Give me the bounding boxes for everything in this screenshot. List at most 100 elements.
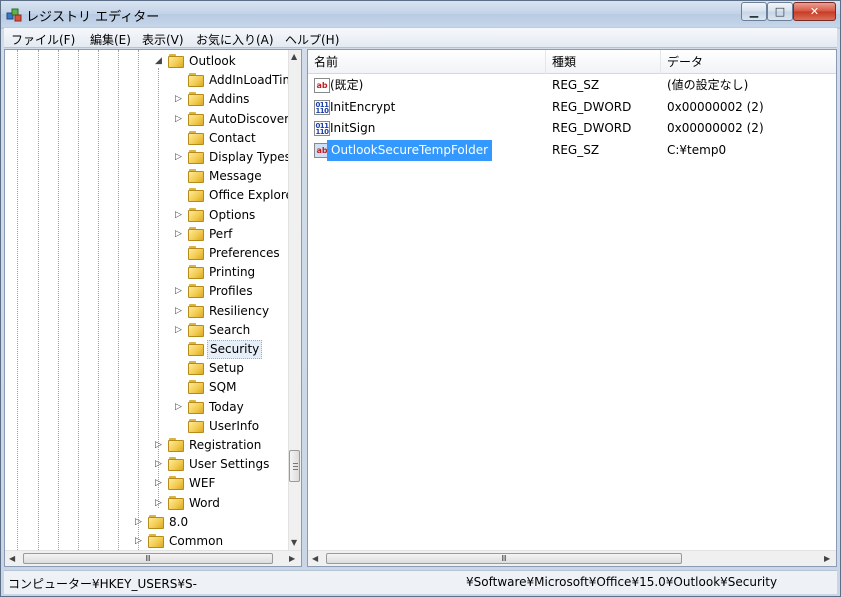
tree-node-label: Preferences [209, 246, 280, 260]
folder-icon [188, 150, 204, 164]
folder-icon [188, 361, 204, 376]
column-header-name[interactable]: 名前 [308, 50, 546, 74]
expand-arrow-icon[interactable]: ▷ [175, 113, 184, 126]
expand-arrow-icon[interactable]: ▷ [135, 516, 144, 529]
tree-node-label: Setup [209, 361, 244, 376]
folder-icon [188, 92, 204, 107]
folder-icon [188, 284, 204, 299]
folder-icon [188, 169, 204, 184]
tree-guide [17, 50, 18, 550]
folder-icon [188, 226, 204, 241]
value-type: REG_DWORD [552, 121, 632, 135]
dword-value-icon: 011 110 [314, 121, 330, 136]
minimize-button[interactable]: ▁ [741, 2, 767, 21]
tree-node-label: Word [189, 495, 220, 510]
tree-horizontal-scroll-thumb[interactable]: Ⅲ [23, 553, 273, 564]
value-row[interactable]: ab (既定) REG_SZ (値の設定なし) [308, 75, 836, 96]
tree-node-label: UserInfo [209, 418, 260, 433]
window-title: レジストリ エディター [26, 10, 160, 25]
scroll-right-arrow-icon[interactable]: ▶ [289, 554, 295, 563]
tree-node-label: Search [209, 322, 251, 337]
value-name: (既定) [330, 78, 364, 92]
folder-icon [188, 303, 204, 318]
tree-guide [78, 50, 79, 550]
status-path-end: ¥Software¥Microsoft¥Office¥15.0¥Outlook¥… [466, 575, 778, 589]
expand-arrow-icon[interactable]: ▷ [175, 401, 184, 414]
scroll-left-arrow-icon[interactable]: ◀ [312, 554, 318, 563]
expand-arrow-icon[interactable]: ▷ [175, 324, 184, 337]
menu-help[interactable]: ヘルプ(H) [285, 31, 339, 48]
expand-arrow-icon[interactable]: ▷ [175, 285, 184, 298]
tree-node-label: AutoDiscover [209, 111, 288, 126]
value-data: 0x00000002 (2) [667, 99, 764, 114]
folder-icon [188, 342, 204, 356]
close-button[interactable]: ✕ [793, 2, 836, 21]
scroll-down-arrow-icon[interactable]: ▼ [291, 538, 297, 547]
tree-node-label: AddInLoadTim [209, 73, 288, 88]
title-bar[interactable]: レジストリ エディター ▁ □ ✕ [1, 1, 840, 27]
list-horizontal-scroll-thumb[interactable]: Ⅲ [326, 553, 682, 564]
menu-edit[interactable]: 編集(E) [90, 31, 131, 48]
scroll-left-arrow-icon[interactable]: ◀ [9, 554, 15, 563]
scroll-right-arrow-icon[interactable]: ▶ [824, 554, 830, 563]
tree-node-label: Profiles [209, 284, 253, 299]
expand-arrow-icon[interactable]: ▷ [175, 209, 184, 222]
tree-node-label: Office Explorer [209, 188, 288, 203]
folder-icon [168, 495, 184, 510]
registry-editor-icon [6, 8, 22, 22]
folder-icon [188, 188, 204, 203]
menu-file[interactable]: ファイル(F) [11, 31, 75, 48]
menu-favorites[interactable]: お気に入り(A) [196, 31, 274, 48]
tree-node-label: WEF [189, 476, 216, 491]
folder-icon [188, 207, 204, 222]
expand-arrow-icon[interactable]: ▷ [175, 93, 184, 106]
expand-arrow-icon[interactable]: ▷ [155, 497, 164, 510]
folder-icon [188, 130, 204, 145]
key-tree[interactable]: ◢ Outlook AddInLoadTim ▷ Addins ▷ AutoDiscover… [5, 50, 288, 550]
list-header: 名前 種類 データ [308, 50, 836, 74]
value-type: REG_DWORD [552, 99, 632, 114]
scroll-up-arrow-icon[interactable]: ▲ [291, 52, 297, 61]
tree-node-label: SQM [209, 380, 237, 395]
expand-arrow-icon[interactable]: ▷ [175, 151, 184, 164]
column-header-type[interactable]: 種類 [546, 50, 661, 74]
folder-icon [188, 73, 204, 88]
tree-node-label: Display Types [209, 150, 288, 164]
tree-node-label: Security [207, 340, 263, 359]
key-tree-pane[interactable]: ◢ Outlook AddInLoadTim ▷ Addins ▷ AutoDiscover… [4, 49, 302, 567]
folder-icon [168, 438, 184, 452]
maximize-button[interactable]: □ [767, 2, 793, 21]
folder-icon [168, 476, 184, 491]
value-row[interactable]: ab OutlookSecureTempFolder REG_SZ C:¥temp0 [308, 139, 836, 161]
value-data: (値の設定なし) [667, 78, 749, 92]
value-row[interactable]: 011 110 InitSign REG_DWORD 0x00000002 (2) [308, 118, 836, 139]
tree-vertical-scroll-thumb[interactable] [289, 450, 300, 482]
tree-node-label: Contact [209, 130, 256, 145]
menu-view[interactable]: 表示(V) [142, 31, 184, 48]
tree-guide [138, 50, 139, 550]
tree-node-label: Today [209, 399, 244, 414]
grip-line [293, 469, 298, 470]
grip-line [293, 463, 298, 464]
value-name: OutlookSecureTempFolder [327, 139, 493, 161]
tree-node-label: Message [209, 169, 262, 184]
tree-node-label: Options [209, 207, 256, 222]
collapse-arrow-icon[interactable]: ◢ [155, 55, 164, 68]
value-list-pane[interactable]: 名前 種類 データ ab (既定) REG_SZ (値の設定なし) 011 110 Ini… [307, 49, 837, 567]
column-header-data[interactable]: データ [661, 50, 836, 74]
tree-node-label: Outlook [189, 54, 236, 68]
folder-icon [168, 54, 184, 68]
expand-arrow-icon[interactable]: ▷ [175, 228, 184, 241]
expand-arrow-icon[interactable]: ▷ [175, 305, 184, 318]
value-name: InitSign [330, 121, 376, 135]
expand-arrow-icon[interactable]: ▷ [155, 458, 164, 471]
value-row[interactable]: 011 110 InitEncrypt REG_DWORD 0x00000002 (2… [308, 97, 836, 118]
expand-arrow-icon[interactable]: ▷ [155, 477, 164, 490]
value-type: REG_SZ [552, 78, 600, 92]
status-path-start: コンピューター¥HKEY_USERS¥S- [8, 577, 197, 591]
expand-arrow-icon[interactable]: ▷ [155, 439, 164, 452]
folder-icon [188, 265, 204, 280]
folder-icon [188, 111, 204, 126]
expand-arrow-icon[interactable]: ▷ [135, 535, 144, 548]
folder-icon [188, 322, 204, 337]
